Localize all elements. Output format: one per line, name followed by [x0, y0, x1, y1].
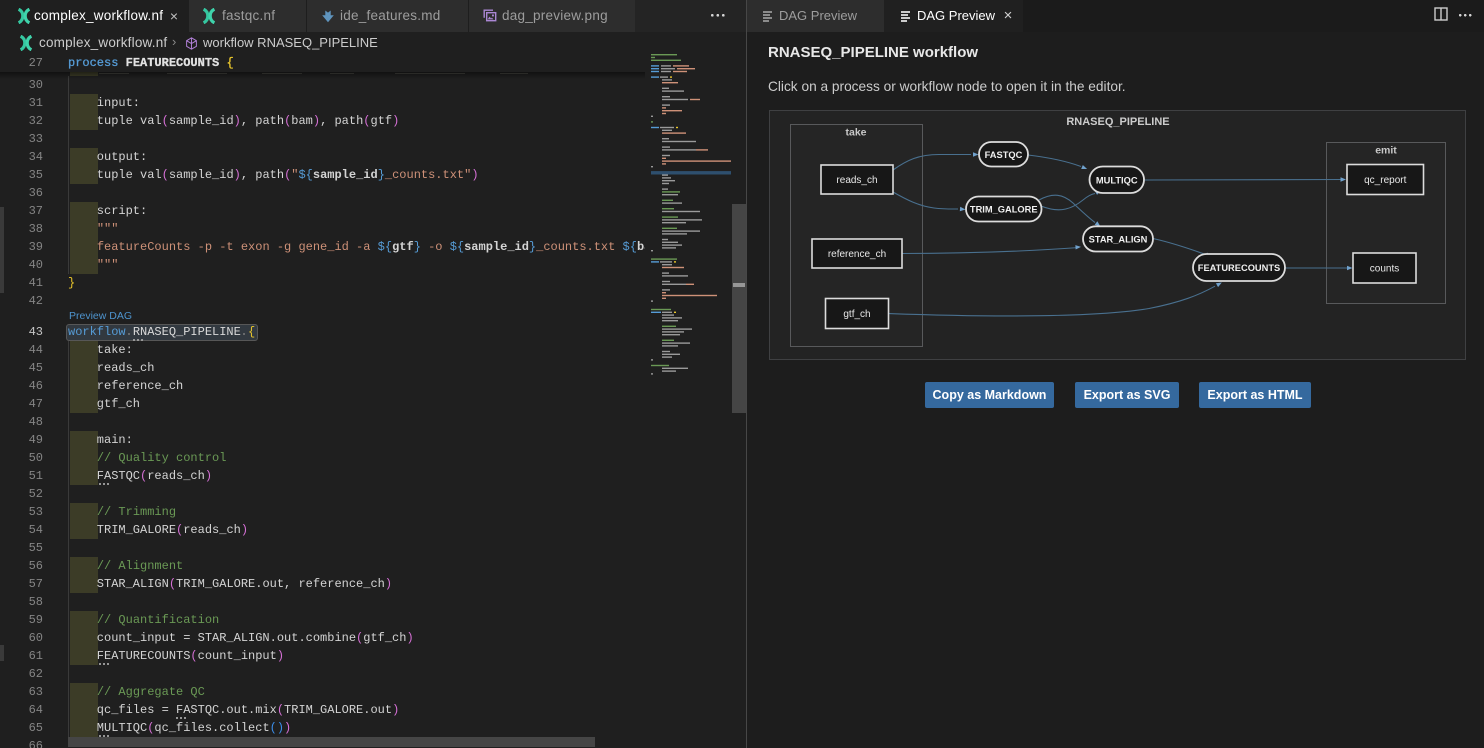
- svg-text:FEATURECOUNTS: FEATURECOUNTS: [1198, 263, 1280, 273]
- svg-text:STAR_ALIGN: STAR_ALIGN: [1089, 235, 1148, 245]
- svg-text:gtf_ch: gtf_ch: [843, 309, 870, 320]
- svg-text:MULTIQC: MULTIQC: [1096, 175, 1138, 185]
- svg-text:counts: counts: [1370, 264, 1399, 275]
- svg-text:RNASEQ_PIPELINE: RNASEQ_PIPELINE: [1066, 116, 1169, 128]
- svg-text:TRIM_GALORE: TRIM_GALORE: [970, 205, 1038, 215]
- svg-text:qc_report: qc_report: [1364, 175, 1406, 186]
- svg-text:emit: emit: [1375, 145, 1397, 157]
- svg-text:reference_ch: reference_ch: [828, 249, 886, 260]
- svg-text:reads_ch: reads_ch: [836, 175, 877, 186]
- svg-text:take: take: [845, 127, 866, 139]
- svg-text:FASTQC: FASTQC: [985, 150, 1023, 160]
